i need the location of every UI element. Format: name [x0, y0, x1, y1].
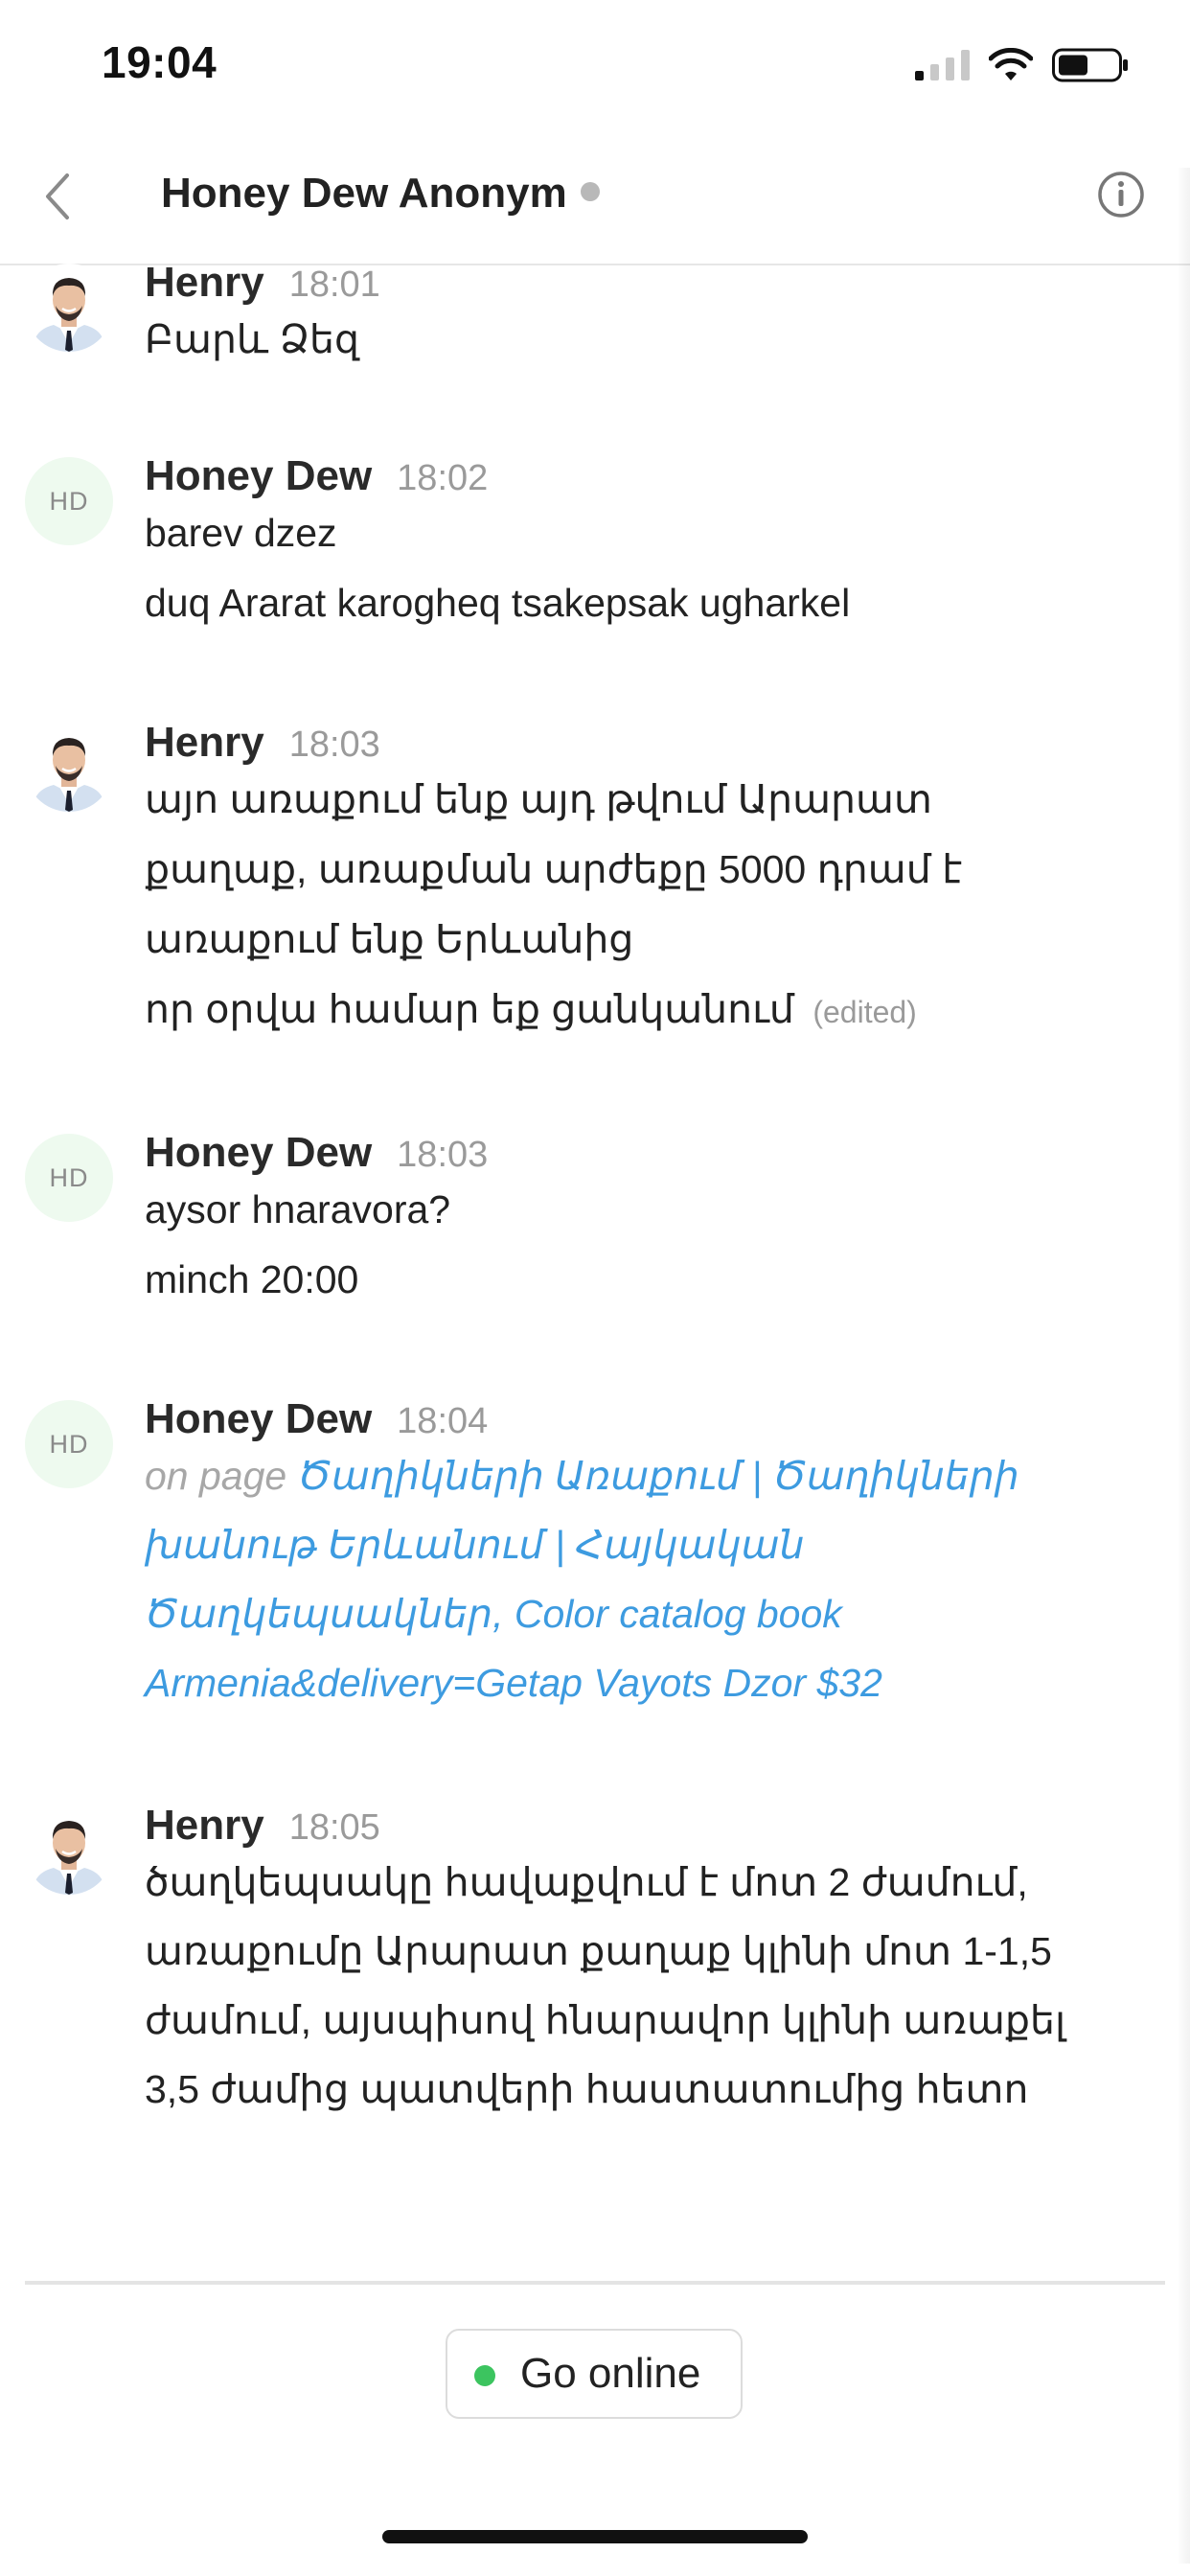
visitor-avatar: HD	[25, 457, 113, 545]
message-header: Henry 18:01	[145, 259, 380, 307]
message-line: այո առաքում ենք այդ թվում Արարատ	[145, 777, 932, 821]
message-line: քաղաք, առաքման արժեքը 5000 դրամ է	[145, 847, 963, 891]
home-indicator[interactable]	[382, 2530, 808, 2543]
visitor-avatar: HD	[25, 1400, 113, 1488]
message-line: barev dzez	[145, 511, 337, 555]
message-body: barev dzez duq Ararat karogheq tsakepsak…	[145, 498, 1112, 638]
chat-title-text: Honey Dew Anonym	[161, 170, 567, 217]
message-time: 18:04	[397, 1401, 489, 1441]
go-online-button[interactable]: Go online	[446, 2329, 743, 2419]
edge-shade	[1177, 168, 1190, 2564]
back-chevron-icon[interactable]	[36, 168, 79, 225]
message-line: Բարև Ձեզ	[145, 317, 359, 361]
message-time: 18:02	[397, 458, 489, 498]
message-line: 3,5 ժամից պատվերի հաստատումից հետո	[145, 2067, 1029, 2111]
message-time: 18:03	[288, 724, 380, 765]
message-line: duq Ararat karogheq tsakepsak ugharkel	[145, 581, 851, 625]
page-link[interactable]: Ծաղկեպսակներ, Color catalog book	[145, 1579, 1112, 1648]
henry-avatar	[25, 1806, 113, 1895]
online-status-dot-icon	[474, 2365, 495, 2386]
presence-dot-icon	[580, 182, 600, 202]
sender-name: Honey Dew	[145, 1129, 373, 1176]
status-time: 19:04	[102, 37, 217, 87]
henry-avatar	[25, 724, 113, 812]
sender-name: Honey Dew	[145, 452, 373, 499]
chat-header: Honey Dew Anonym	[0, 129, 1190, 265]
page-link[interactable]: Armenia&delivery=Getap Vayots Dzor $32	[145, 1648, 1112, 1717]
message-line: ժամում, այսպիսով հնարավոր կլինի առաքել	[145, 1998, 1066, 2042]
battery-icon	[1052, 48, 1128, 82]
chat-title: Honey Dew Anonym	[161, 170, 600, 218]
message-line: որ օրվա համար եք ցանկանում (edited)	[145, 975, 1112, 1047]
message-line: minch 20:00	[145, 1257, 359, 1301]
page-visit-body: on page Ծաղիկների Առաքում | Ծաղիկների խա…	[145, 1441, 1112, 1717]
visitor-avatar: HD	[25, 1134, 113, 1222]
message-body: aysor hnaravora? minch 20:00	[145, 1175, 1112, 1315]
message-body: Բարև Ձեզ	[145, 305, 1112, 375]
message-line: առաքում ենք Երևանից	[145, 917, 634, 961]
page-link[interactable]: Ծաղիկների Առաքում | Ծաղիկների	[298, 1454, 1019, 1498]
message-time: 18:03	[397, 1135, 489, 1175]
message-time: 18:05	[288, 1807, 380, 1848]
page-prefix: on page	[145, 1454, 287, 1498]
status-bar: 19:04	[0, 0, 1190, 129]
message-line: ծաղկեպսակը հավաքվում է մոտ 2 ժամում,	[145, 1860, 1028, 1904]
message-time: 18:01	[288, 264, 380, 305]
signal-icon	[915, 50, 970, 80]
wifi-icon	[989, 48, 1033, 80]
page-link[interactable]: խանութ Երևանում | Հայկական	[145, 1510, 1112, 1579]
sender-name: Henry	[145, 719, 264, 766]
message-line-text: որ օրվա համար եք ցանկանում	[145, 987, 794, 1031]
message-header: Honey Dew 18:04	[145, 1395, 488, 1443]
sender-name: Henry	[145, 259, 264, 306]
message-line: առաքումը Արարատ քաղաք կլինի մոտ 1-1,5	[145, 1929, 1052, 1973]
go-online-label: Go online	[520, 2350, 701, 2397]
sender-name: Henry	[145, 1802, 264, 1849]
footer-divider	[25, 2281, 1165, 2285]
page-link-line[interactable]: on page Ծաղիկների Առաքում | Ծաղիկների	[145, 1441, 1112, 1510]
message-header: Honey Dew 18:02	[145, 452, 488, 500]
edited-marker: (edited)	[812, 995, 917, 1029]
sender-name: Honey Dew	[145, 1395, 373, 1442]
message-line: aysor hnaravora?	[145, 1187, 451, 1231]
message-header: Honey Dew 18:03	[145, 1129, 488, 1177]
message-body: այո առաքում ենք այդ թվում Արարատ քաղաք, …	[145, 765, 1112, 1047]
henry-avatar	[25, 264, 113, 352]
message-header: Henry 18:05	[145, 1802, 380, 1850]
info-icon[interactable]	[1096, 170, 1146, 219]
message-header: Henry 18:03	[145, 719, 380, 767]
message-body: ծաղկեպսակը հավաքվում է մոտ 2 ժամում, առա…	[145, 1848, 1112, 2124]
